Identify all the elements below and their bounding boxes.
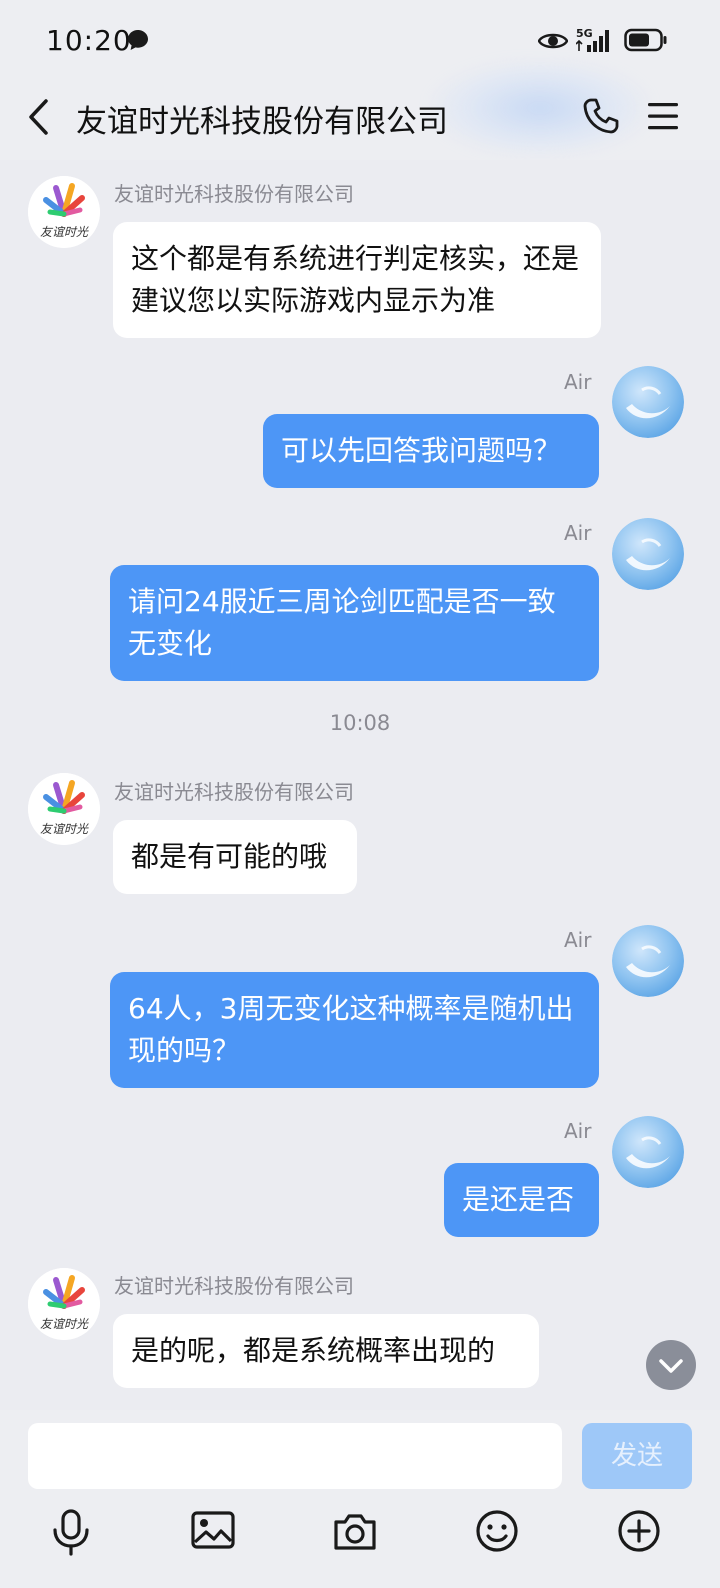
timestamp-separator: 10:08 [329,711,391,735]
message-input[interactable] [28,1423,562,1489]
message-bubble-outgoing[interactable]: 可以先回答我问题吗？ [263,414,599,488]
phone-icon[interactable] [582,97,620,139]
status-time: 10:20 [46,24,132,57]
microphone-icon[interactable] [50,1508,92,1560]
network-label: 5G [576,27,593,40]
signal-5g-icon: 5G [575,26,614,58]
chat-title: 友谊时光科技股份有限公司 [76,104,448,140]
send-button[interactable]: 发送 [582,1423,692,1489]
scroll-to-bottom-button[interactable] [646,1340,696,1390]
sender-name: 友谊时光科技股份有限公司 [114,1274,354,1298]
sender-name: Air [564,370,592,394]
user-avatar[interactable] [612,925,684,997]
battery-icon [624,28,668,56]
company-logo-text: 友谊时光 [40,822,89,836]
sender-name: 友谊时光科技股份有限公司 [114,182,354,206]
sender-name: 友谊时光科技股份有限公司 [114,780,354,804]
message-bubble-incoming[interactable]: 这个都是有系统进行判定核实，还是建议您以实际游戏内显示为准 [113,222,601,338]
eye-icon [537,30,569,56]
user-avatar[interactable] [612,1116,684,1188]
back-arrow-icon[interactable] [26,97,52,141]
camera-icon[interactable] [332,1508,378,1558]
company-logo-text: 友谊时光 [40,225,89,239]
message-bubble-incoming[interactable]: 都是有可能的哦 [113,820,357,894]
message-list[interactable] [0,160,720,1410]
company-logo-text: 友谊时光 [40,1317,89,1331]
company-avatar[interactable]: 友谊时光 [28,176,100,248]
menu-icon[interactable] [646,100,680,136]
message-bubble-outgoing[interactable]: 请问24服近三周论剑匹配是否一致无变化 [110,565,599,681]
message-bubble-outgoing[interactable]: 64人，3周无变化这种概率是随机出现的吗？ [110,972,599,1088]
image-icon[interactable] [190,1508,236,1558]
emoji-icon[interactable] [474,1508,520,1558]
company-avatar[interactable]: 友谊时光 [28,1268,100,1340]
plus-icon[interactable] [616,1508,662,1558]
user-avatar[interactable] [612,366,684,438]
chat-bubble-icon [126,28,150,56]
message-bubble-incoming[interactable]: 是的呢，都是系统概率出现的 [113,1314,539,1388]
company-avatar[interactable]: 友谊时光 [28,773,100,845]
user-avatar[interactable] [612,518,684,590]
sender-name: Air [564,1119,592,1143]
chevron-down-icon [659,1359,683,1373]
sender-name: Air [564,928,592,952]
sender-name: Air [564,521,592,545]
message-bubble-outgoing[interactable]: 是还是否 [444,1163,599,1237]
